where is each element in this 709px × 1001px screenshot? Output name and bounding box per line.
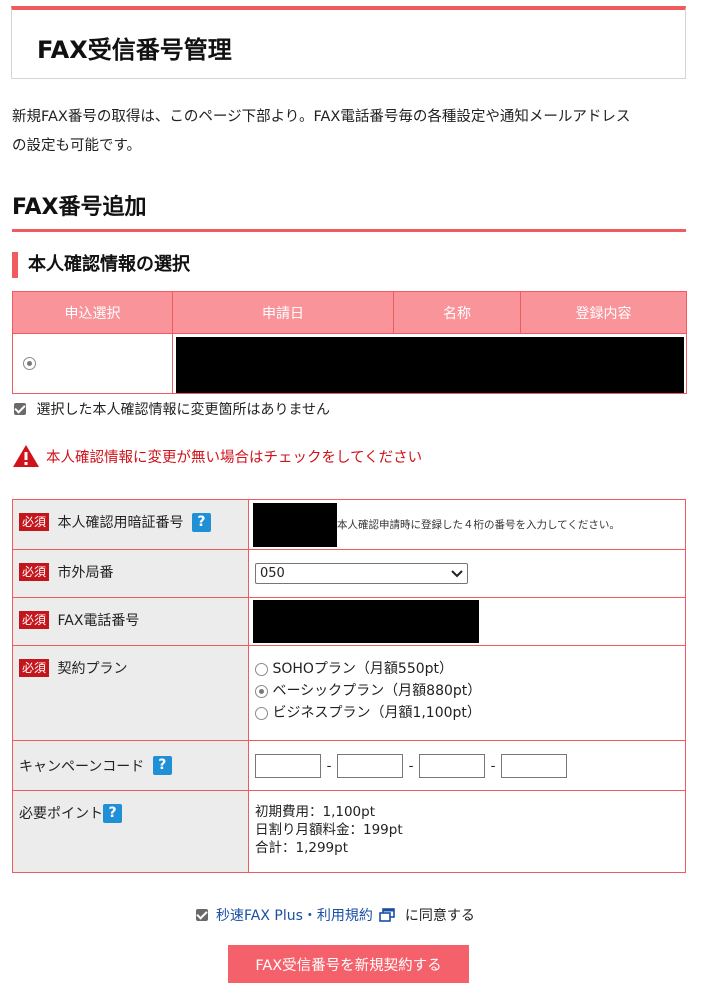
terms-suffix: に同意する (404, 908, 475, 924)
required-badge: 必須 (19, 659, 50, 677)
terms-agreement-row: 秒速FAX Plus・利用規約 に同意する (196, 905, 475, 925)
warning-icon (13, 445, 39, 467)
section-title-box: FAX番号追加 (12, 189, 686, 232)
redacted-block (176, 337, 684, 393)
fax-value-cell (248, 597, 686, 646)
campaign-value-cell: --- (248, 740, 686, 791)
warning-text: 本人確認情報に変更が無い場合はチェックをしてください (46, 449, 423, 466)
section-title: FAX番号追加 (12, 195, 147, 220)
form-row-prefix: 必須 市外局番 050 (12, 549, 686, 598)
column-header-name: 名称 (393, 291, 521, 334)
prefix-value-cell: 050 (248, 549, 686, 598)
required-badge: 必須 (19, 563, 50, 581)
form-row-fax: 必須 FAX電話番号 (12, 597, 686, 646)
campaign-code-input-3[interactable] (419, 753, 485, 778)
pin-hint: 本人確認申請時に登録した４桁の番号を入力してください。 (337, 519, 620, 531)
dash-separator: - (490, 757, 496, 774)
pin-label-cell: 必須 本人確認用暗証番号 ? (12, 499, 249, 550)
help-icon[interactable]: ? (152, 756, 172, 775)
pin-input-redacted[interactable] (253, 502, 337, 547)
plan-radio-basic[interactable] (255, 684, 268, 698)
form-row-pin: 必須 本人確認用暗証番号 ? 本人確認申請時に登録した４桁の番号を入力してくださ… (12, 499, 686, 550)
submit-button[interactable]: FAX受信番号を新規契約する (228, 945, 469, 983)
points-initial: 初期費用：1,100pt (255, 804, 376, 820)
help-icon[interactable]: ? (191, 512, 211, 532)
subsection-title: 本人確認情報の選択 (28, 254, 190, 275)
plan-label-cell: 必須 契約プラン (12, 645, 249, 741)
external-link-icon[interactable] (379, 908, 395, 922)
form-row-plan: 必須 契約プラン SOHOプラン（月額550pt） ベーシックプラン（月額880… (12, 645, 686, 741)
intro-text: 新規FAX番号の取得は、このページ下部より。FAX電話番号毎の各種設定や通知メー… (12, 103, 692, 161)
plan-label-business: ビジネスプラン（月額1,100pt） (272, 705, 481, 721)
terms-checkbox[interactable] (196, 909, 208, 921)
prefix-select[interactable]: 050 (255, 563, 468, 584)
plan-option-soho[interactable]: SOHOプラン（月額550pt） (255, 658, 679, 680)
table-row (12, 333, 687, 394)
plan-label-soho: SOHOプラン（月額550pt） (272, 661, 454, 677)
form-row-campaign: キャンペーンコード ? - - - (12, 740, 686, 791)
pin-value-cell: 本人確認申請時に登録した４桁の番号を入力してください。 (248, 499, 686, 550)
plan-option-basic[interactable]: ベーシックプラン（月額880pt） (255, 680, 679, 702)
plan-option-business[interactable]: ビジネスプラン（月額1,100pt） (255, 702, 679, 724)
fax-label-cell: 必須 FAX電話番号 (12, 597, 249, 646)
plan-value-cell: SOHOプラン（月額550pt） ベーシックプラン（月額880pt） ビジネスプ… (248, 645, 686, 741)
no-change-checkbox[interactable] (14, 403, 26, 415)
campaign-label: キャンペーンコード (19, 758, 145, 775)
plan-label: 契約プラン (57, 661, 128, 677)
intro-line-1: 新規FAX番号の取得は、このページ下部より。FAX電話番号毎の各種設定や通知メー… (12, 109, 631, 125)
page-title-box: FAX受信番号管理 (11, 6, 686, 79)
dash-separator: - (408, 757, 414, 774)
intro-line-2: の設定も可能です。 (12, 138, 142, 154)
campaign-code-input-4[interactable] (501, 753, 567, 778)
dash-separator: - (326, 757, 332, 774)
warning-message: 本人確認情報に変更が無い場合はチェックをしてください (12, 444, 422, 468)
pin-label: 本人確認用暗証番号 (57, 515, 184, 531)
page-title: FAX受信番号管理 (37, 36, 232, 64)
required-badge: 必須 (19, 611, 50, 629)
redacted-row-cell (172, 333, 687, 394)
help-icon[interactable]: ? (103, 803, 122, 823)
identity-select-radio[interactable] (23, 357, 36, 370)
column-header-content: 登録内容 (520, 291, 687, 334)
plan-radio-business[interactable] (255, 706, 268, 720)
plan-label-basic: ベーシックプラン（月額880pt） (272, 683, 482, 699)
campaign-code-input-2[interactable] (337, 753, 403, 778)
no-change-confirm-row[interactable]: 選択した本人確認情報に変更箇所はありません (14, 399, 330, 419)
prefix-label-cell: 必須 市外局番 (12, 549, 249, 598)
points-total: 合計：1,299pt (255, 840, 349, 856)
identity-table-header: 申込選択 申請日 名称 登録内容 (12, 291, 687, 334)
points-value-cell: 初期費用：1,100pt 日割り月額料金：199pt 合計：1,299pt (248, 790, 686, 873)
fax-label: FAX電話番号 (57, 613, 140, 629)
campaign-code-input-1[interactable] (255, 753, 321, 778)
prefix-label: 市外局番 (57, 565, 114, 581)
chevron-down-icon (451, 569, 463, 577)
plan-radio-soho[interactable] (255, 662, 268, 676)
campaign-label-cell: キャンペーンコード ? (12, 740, 249, 791)
points-label-cell: 必要ポイント? (12, 790, 249, 873)
fax-number-redacted[interactable] (253, 600, 479, 643)
required-badge: 必須 (19, 513, 50, 531)
column-header-select: 申込選択 (12, 291, 173, 334)
form-row-points: 必要ポイント? 初期費用：1,100pt 日割り月額料金：199pt 合計：1,… (12, 790, 686, 873)
column-header-date: 申請日 (172, 291, 394, 334)
select-cell (12, 333, 173, 394)
points-label: 必要ポイント (19, 806, 103, 822)
application-form-table: 必須 本人確認用暗証番号 ? 本人確認申請時に登録した４桁の番号を入力してくださ… (12, 499, 686, 873)
identity-table: 申込選択 申請日 名称 登録内容 (12, 291, 687, 394)
subsection-title-box: 本人確認情報の選択 (12, 252, 190, 278)
no-change-label: 選択した本人確認情報に変更箇所はありません (36, 402, 331, 418)
prefix-selected-value: 050 (260, 566, 285, 581)
terms-link[interactable]: 秒速FAX Plus・利用規約 (216, 905, 373, 925)
points-monthly: 日割り月額料金：199pt (255, 822, 403, 838)
